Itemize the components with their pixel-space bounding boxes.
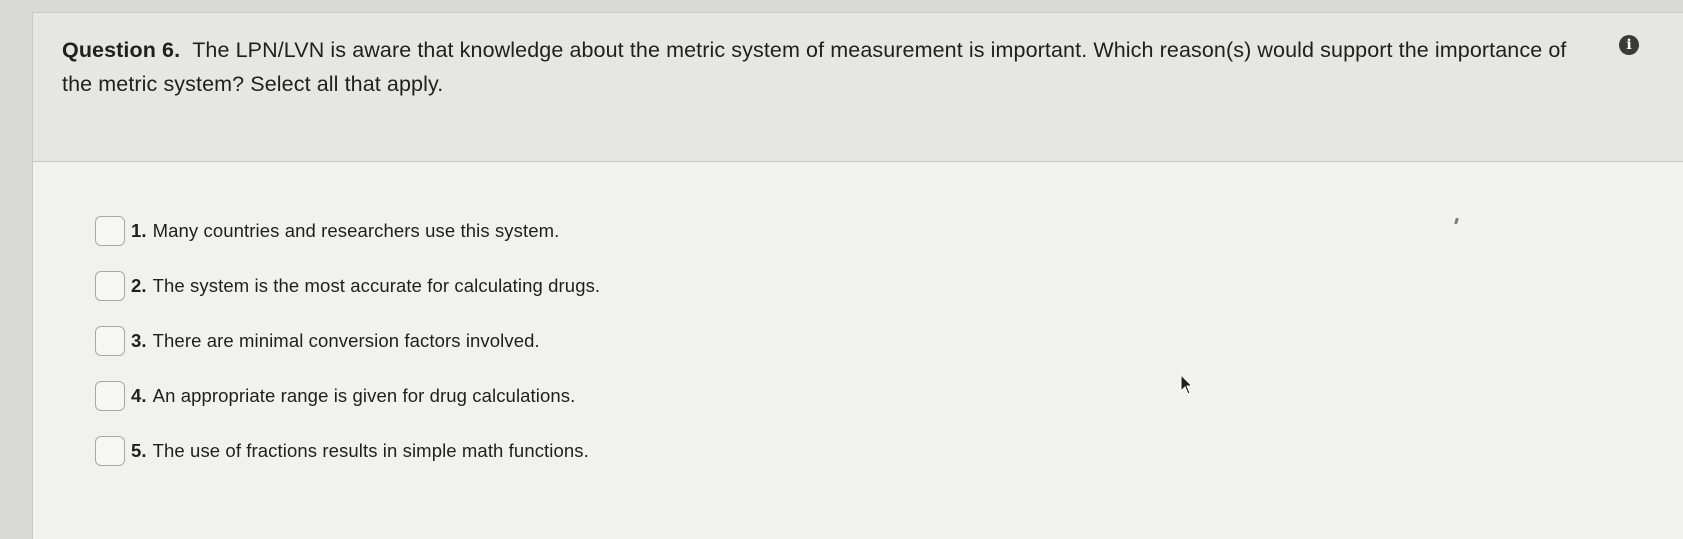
- option-1-number: 1.: [131, 219, 147, 241]
- option-3[interactable]: 3. There are minimal conversion factors i…: [95, 313, 600, 368]
- question-text: The LPN/LVN is aware that knowledge abou…: [62, 38, 1567, 96]
- option-3-number: 3.: [131, 329, 147, 351]
- option-1-checkbox[interactable]: [95, 215, 125, 246]
- option-1-text: Many countries and researchers use this …: [152, 219, 560, 241]
- option-5[interactable]: 5. The use of fractions results in simple…: [95, 423, 600, 478]
- question-header: Question 6. The LPN/LVN is aware that kno…: [33, 13, 1683, 162]
- stray-mark: [1454, 218, 1459, 224]
- option-1-label[interactable]: 1. Many countries and researchers use thi…: [131, 220, 559, 242]
- option-2-label[interactable]: 2. The system is the most accurate for ca…: [131, 275, 600, 297]
- option-2-text: The system is the most accurate for calc…: [152, 274, 601, 296]
- answer-options: 1. Many countries and researchers use thi…: [95, 203, 600, 478]
- option-3-checkbox[interactable]: [95, 325, 125, 356]
- option-5-label[interactable]: 5. The use of fractions results in simple…: [131, 440, 589, 462]
- info-icon[interactable]: i: [1619, 35, 1639, 55]
- option-4-checkbox[interactable]: [95, 380, 125, 411]
- option-3-text: There are minimal conversion factors inv…: [152, 329, 540, 351]
- option-4-label[interactable]: 4. An appropriate range is given for drug…: [131, 385, 575, 407]
- question-number: Question 6.: [62, 38, 181, 62]
- option-1[interactable]: 1. Many countries and researchers use thi…: [95, 203, 600, 258]
- option-5-text: The use of fractions results in simple m…: [152, 439, 589, 461]
- option-5-number: 5.: [131, 439, 147, 461]
- option-4-number: 4.: [131, 384, 147, 406]
- question-card: Question 6. The LPN/LVN is aware that kno…: [32, 12, 1683, 539]
- option-2-number: 2.: [131, 274, 147, 296]
- option-3-label[interactable]: 3. There are minimal conversion factors i…: [131, 330, 540, 352]
- mouse-cursor-icon: [1180, 374, 1194, 395]
- option-2[interactable]: 2. The system is the most accurate for ca…: [95, 258, 600, 313]
- option-5-checkbox[interactable]: [95, 435, 125, 466]
- option-4[interactable]: 4. An appropriate range is given for drug…: [95, 368, 600, 423]
- question-prompt: Question 6. The LPN/LVN is aware that kno…: [62, 33, 1602, 101]
- option-4-text: An appropriate range is given for drug c…: [152, 384, 576, 406]
- option-2-checkbox[interactable]: [95, 270, 125, 301]
